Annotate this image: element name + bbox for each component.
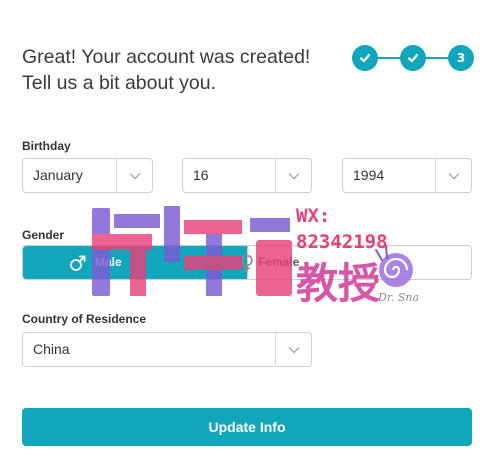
chevron-down-icon[interactable] — [275, 159, 311, 192]
female-symbol-icon — [241, 254, 253, 271]
step-3-current: 3 — [448, 45, 474, 71]
chevron-down-icon[interactable] — [275, 333, 311, 366]
birthday-label: Birthday — [22, 139, 71, 153]
gender-female-label: Female — [258, 255, 300, 269]
birth-day-select[interactable]: 16 — [182, 158, 312, 193]
birth-month-value: January — [33, 167, 83, 183]
chevron-down-icon[interactable] — [116, 159, 152, 192]
gender-toggle[interactable]: Male Female — [22, 245, 472, 280]
gender-label: Gender — [22, 228, 65, 242]
country-select[interactable]: China — [22, 332, 312, 367]
country-value: China — [33, 341, 70, 357]
gender-male-label: Male — [95, 255, 122, 269]
gender-option-male[interactable]: Male — [23, 246, 247, 279]
step-1-complete — [352, 45, 378, 71]
step-2-complete — [400, 45, 426, 71]
country-label: Country of Residence — [22, 312, 147, 326]
watermark-signature: Dr. Snail — [377, 291, 418, 302]
birth-year-select[interactable]: 1994 — [342, 158, 472, 193]
chevron-down-icon[interactable] — [435, 159, 471, 192]
checkmark-icon — [359, 53, 371, 63]
gender-option-female[interactable]: Female — [241, 246, 471, 279]
page-headline: Great! Your account was created! Tell us… — [22, 46, 311, 94]
checkmark-icon — [407, 53, 419, 63]
watermark-wx: WX: — [296, 205, 330, 227]
progress-steps: 3 — [352, 45, 474, 71]
update-info-button[interactable]: Update Info — [22, 408, 472, 446]
birth-year-value: 1994 — [353, 167, 385, 183]
birth-day-value: 16 — [193, 167, 209, 183]
male-symbol-icon — [70, 255, 86, 271]
birth-month-select[interactable]: January — [22, 158, 153, 193]
